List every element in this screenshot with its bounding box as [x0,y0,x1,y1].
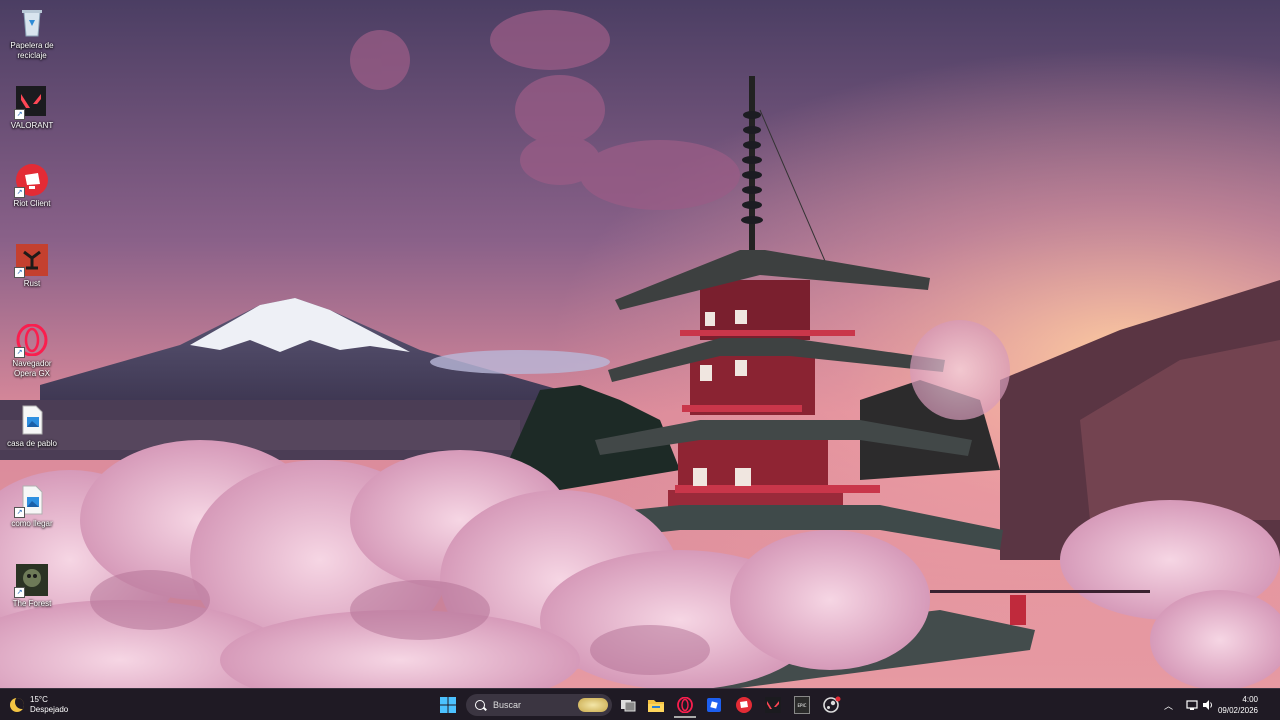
search-box[interactable]: Buscar [466,694,612,716]
image-file-icon: ↗ [14,484,48,518]
volume-icon [1203,700,1212,710]
clock-time: 4:00 [1242,695,1258,704]
steam-icon [823,696,841,713]
volume-button[interactable] [1202,694,1214,716]
image-file-icon [16,404,48,436]
desktop-icon-label: Rust [23,279,41,288]
desktop-icon-the-forest[interactable]: ↗ The Forest [2,564,62,609]
desktop-icon-label: Papelera de reciclaje [10,41,54,60]
task-view-icon [621,700,636,712]
opera-gx-icon [677,697,693,713]
desktop-icon-recycle-bin[interactable]: Papelera de reciclaje [2,6,62,60]
desktop-icon-label: The Forest [12,599,52,608]
shortcut-arrow-icon: ↗ [14,347,25,358]
chevron-up-icon: ︿ [1164,700,1174,711]
network-icon [1186,700,1198,710]
search-placeholder: Buscar [493,700,522,710]
moon-icon [10,698,24,712]
shortcut-arrow-icon: ↗ [14,267,25,278]
clock-date: 09/02/2026 [1217,706,1258,715]
desktop-icon-como-llegar[interactable]: ↗ como llegar [2,484,62,529]
rust-icon: ↗ [14,244,48,278]
desktop-icon-label: Navegador Opera GX [12,359,52,378]
shortcut-arrow-icon: ↗ [14,109,25,120]
recycle-bin-icon [16,6,48,38]
roblox-taskbar-button[interactable] [703,694,725,716]
weather-condition: Despejado [30,705,69,714]
desktop-icon-label: Riot Client [13,199,51,208]
epic-games-label: EPIC [797,702,807,708]
search-highlight-icon [578,698,608,712]
valorant-icon [765,697,781,713]
desktop-icon-opera-gx[interactable]: ↗ Navegador Opera GX [2,323,62,378]
desktop-icon-label: VALORANT [10,121,54,130]
weather-widget[interactable]: 15°C Despejado [10,693,68,717]
start-icon [440,697,456,713]
desktop-icon-valorant[interactable]: ↗ VALORANT [2,86,62,131]
riot-client-icon [736,697,752,713]
search-icon [475,700,485,710]
epic-games-icon: EPIC [794,696,810,714]
riot-client-taskbar-button[interactable] [733,694,755,716]
desktop-icon-label: como llegar [11,519,53,528]
steam-taskbar-button[interactable] [821,694,843,716]
desktop-wallpaper [0,0,1280,688]
valorant-icon: ↗ [14,86,48,120]
network-button[interactable] [1186,694,1198,716]
opera-gx-icon: ↗ [14,323,48,358]
file-explorer-icon [648,700,664,712]
show-hidden-icons-button[interactable]: ︿ [1164,694,1173,716]
desktop-icon-riot-client[interactable]: ↗ Riot Client [2,164,62,209]
file-explorer-button[interactable] [645,694,667,716]
riot-client-icon: ↗ [14,164,48,198]
task-view-button[interactable] [617,694,639,716]
shortcut-arrow-icon: ↗ [14,507,25,518]
shortcut-arrow-icon: ↗ [14,187,25,198]
weather-temperature: 15°C [30,695,48,704]
desktop-icon-casa-de-pablo[interactable]: casa de pablo [2,404,62,449]
taskbar: 15°C Despejado Buscar EPIC ︿ 4:00 09/02/… [0,688,1280,720]
clock[interactable]: 4:00 09/02/2026 [1218,694,1258,716]
opera-gx-taskbar-button[interactable] [674,694,696,718]
epic-games-taskbar-button[interactable]: EPIC [791,694,813,716]
the-forest-icon: ↗ [14,564,48,598]
shortcut-arrow-icon: ↗ [14,587,25,598]
start-button[interactable] [437,694,459,716]
desktop-icon-rust[interactable]: ↗ Rust [2,244,62,289]
valorant-taskbar-button[interactable] [762,694,784,716]
roblox-icon [707,698,721,712]
desktop-icon-label: casa de pablo [7,439,57,448]
